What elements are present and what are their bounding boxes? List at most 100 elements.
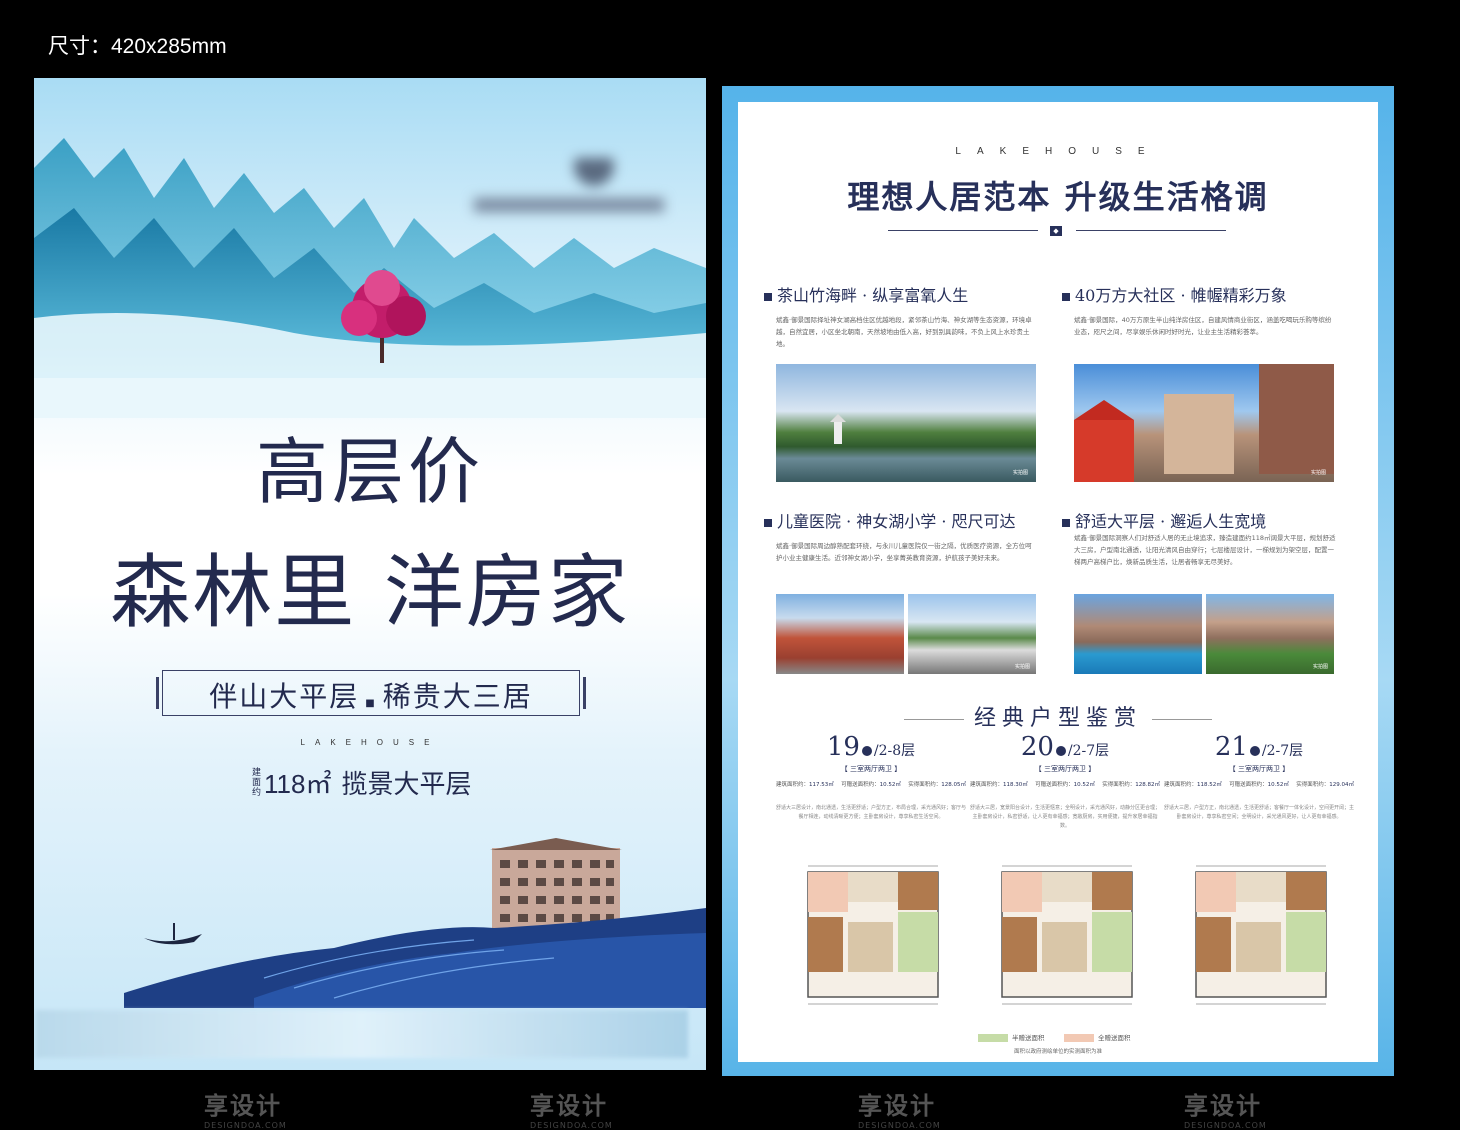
plan-desc: 舒适大三居，宽景阳台设计，生活更惬意；全明设计，采光通风好，动静分区更合理；主卧…	[970, 805, 1161, 829]
floor-plan-card-21: 21/2-7层 【 三室两厅两卫 】 建筑面积约：118.52㎡ 可赠送面积约：…	[1164, 732, 1354, 822]
blurred-logo	[474, 158, 664, 212]
section-body-3: 斌鑫·御景国际周边醇熟配套环绕，与永川儿童医院仅一街之隔，优质医疗资源，全方位呵…	[776, 542, 1032, 562]
photo-tag: 实拍图	[1312, 664, 1328, 670]
area-value: 10.52㎡	[1267, 782, 1289, 788]
floorplan-20-drawing	[1001, 865, 1133, 1005]
plan-areas: 建筑面积约：118.30㎡ 可赠送面积约：10.52㎡ 实得面积约：128.82…	[970, 780, 1160, 788]
building-waves-illustration	[124, 838, 706, 1008]
brand-en: LAKEHOUSE	[300, 738, 440, 747]
plan-areas: 建筑面积约：117.53㎡ 可赠送面积约：10.52㎡ 实得面积约：128.05…	[776, 780, 966, 788]
legend-label: 半赠送面积	[1012, 1034, 1045, 1042]
back-title: 理想人居范本 升级生活格调	[847, 178, 1269, 216]
back-content: LAKEHOUSE 理想人居范本 升级生活格调 ◆ 茶山竹海畔 · 纵享富氧人生…	[738, 102, 1378, 1062]
area-label: 实得面积约：	[908, 782, 942, 788]
flyer-front: 高层价 森林里 洋房家 伴山大平层 ■ 稀贵大三居 LAKEHOUSE 建面约 118…	[34, 78, 706, 1070]
plan-type: 【 三室两厅两卫 】	[840, 765, 902, 773]
slogan-left: 伴山大平层	[209, 680, 360, 713]
photo-school: 实拍图	[908, 594, 1036, 674]
legend-half: 半赠送面积	[978, 1032, 1045, 1042]
photo-tag: 实拍图	[1012, 470, 1028, 476]
section-title-3: 儿童医院 · 神女湖小学 · 咫尺可达	[764, 508, 1016, 532]
area-label: 实得面积约：	[1102, 782, 1136, 788]
slogan-right: 稀贵大三居	[382, 680, 533, 713]
area-label: 可赠送面积约：	[1229, 782, 1268, 788]
section-title-text: 茶山竹海畔 · 纵享富氧人生	[777, 286, 969, 305]
dot-icon	[1055, 745, 1066, 756]
area-label: 建筑面积约：	[1164, 782, 1198, 788]
area-label: 建筑面积约：	[776, 782, 810, 788]
area-label: 实得面积约：	[1296, 782, 1330, 788]
section-title-text: 舒适大平层 · 邂逅人生宽境	[1075, 512, 1267, 531]
badge-icon: ◆	[1050, 226, 1062, 236]
plans-title: 经典户型鉴赏	[738, 700, 1378, 732]
photo-pool	[1074, 594, 1202, 674]
photo-community: 实拍图	[1074, 364, 1334, 482]
watermark: 享设计 DESIGNDOA.COM	[530, 1086, 613, 1130]
bullet-icon	[764, 292, 772, 301]
watermark-text: 享设计	[858, 1092, 936, 1120]
area-note: 面积以政府测绘单位的实测面积为准	[1013, 1049, 1102, 1055]
floorplan-19-drawing	[807, 865, 939, 1005]
plan-areas: 建筑面积约：118.52㎡ 可赠送面积约：10.52㎡ 实得面积约：129.04…	[1164, 780, 1354, 788]
plan-number: 21	[1214, 732, 1248, 762]
plan-floors: /2-8层	[873, 743, 916, 759]
photo-tag: 实拍图	[1014, 664, 1030, 670]
area-value: 117.53㎡	[809, 782, 834, 788]
plan-head: 19/2-8层	[776, 732, 966, 762]
plan-floors: /2-7层	[1261, 743, 1304, 759]
area-prefix: 建面约	[252, 767, 262, 798]
plan-type: 【 三室两厅两卫 】	[1228, 765, 1290, 773]
section-body-2: 斌鑫·御景国际，40万方原生半山纯洋房住区，自建风情商业街区，涵盖吃喝玩乐购等缤…	[1074, 316, 1332, 336]
plan-head: 21/2-7层	[1164, 732, 1354, 762]
floorplan-21-drawing	[1195, 865, 1327, 1005]
legend-swatch	[1064, 1034, 1094, 1042]
brand-en: LAKEHOUSE	[955, 146, 1161, 157]
photo-lake: 实拍图	[776, 364, 1036, 482]
watermark-text: 享设计	[204, 1092, 282, 1120]
section-body-4: 斌鑫·御景国际洞察人们对舒适人居的无止境追求，臻造建面约118㎡阔景大平层，规划…	[1074, 534, 1336, 566]
photo-tag: 实拍图	[1310, 470, 1326, 476]
area-value: 128.05㎡	[941, 782, 966, 788]
plan-number: 19	[826, 732, 860, 762]
section-title-2: 40万方大社区 · 帷幄精彩万象	[1062, 282, 1287, 306]
area-value: 129.04㎡	[1329, 782, 1354, 788]
legend-full: 全赠送面积	[1064, 1032, 1131, 1042]
plan-type: 【 三室两厅两卫 】	[1034, 765, 1096, 773]
flyer-back: LAKEHOUSE 理想人居范本 升级生活格调 ◆ 茶山竹海畔 · 纵享富氧人生…	[722, 86, 1394, 1076]
area-value: 118.30㎡	[1003, 782, 1028, 788]
bullet-icon	[1062, 292, 1070, 301]
watermark: 享设计 DESIGNDOA.COM	[858, 1086, 941, 1130]
legend-swatch	[978, 1034, 1008, 1042]
plan-desc: 舒适大三居，户型方正，南北通透，生活更舒适；客餐厅一体化设计，空间更开阔；主卧套…	[1164, 805, 1355, 820]
area-value: 128.82㎡	[1135, 782, 1160, 788]
dot-icon	[861, 745, 872, 756]
bullet-icon	[1062, 518, 1070, 527]
bullet-icon	[764, 518, 772, 527]
legend-label: 全赠送面积	[1098, 1034, 1131, 1042]
blurred-contact-bar	[36, 1010, 688, 1058]
watermark: 享设计 DESIGNDOA.COM	[1184, 1086, 1267, 1130]
area-value: 118㎡	[264, 769, 332, 799]
section-body-1: 斌鑫·御景国际择址神女湖高档住区优越地段，紧邻茶山竹海、神女湖等生态资源，环境卓…	[776, 316, 1032, 348]
slogan: 伴山大平层 ■ 稀贵大三居	[209, 680, 533, 713]
photo-hospital	[776, 594, 904, 674]
area-value: 118.52㎡	[1197, 782, 1222, 788]
photo-garden: 实拍图	[1206, 594, 1334, 674]
divider	[1076, 230, 1226, 231]
slogan-frame: 伴山大平层 ■ 稀贵大三居	[156, 670, 586, 716]
area-row: 建面约 118㎡ 揽景大平层	[252, 764, 471, 801]
area-value: 10.52㎡	[879, 782, 901, 788]
playground-icon	[1074, 364, 1334, 482]
watermark-sub: DESIGNDOA.COM	[858, 1121, 941, 1130]
area-text: 揽景大平层	[341, 770, 472, 800]
divider	[888, 230, 1038, 231]
plan-number: 20	[1020, 732, 1054, 762]
watermark-sub: DESIGNDOA.COM	[204, 1121, 287, 1130]
size-label: 尺寸：420x285mm	[48, 35, 227, 58]
headline-2: 森林里 洋房家	[110, 546, 630, 639]
floor-plan-card-19: 19/2-8层 【 三室两厅两卫 】 建筑面积约：117.53㎡ 可赠送面积约：…	[776, 732, 966, 822]
section-title-text: 40万方大社区 · 帷幄精彩万象	[1075, 286, 1287, 305]
plan-desc: 舒适大三居设计，南北通透，生活更舒适；户型方正，布局合理，采光通风好；客厅与餐厅…	[776, 805, 967, 820]
watermark-text: 享设计	[530, 1092, 608, 1120]
section-title-1: 茶山竹海畔 · 纵享富氧人生	[764, 282, 968, 306]
